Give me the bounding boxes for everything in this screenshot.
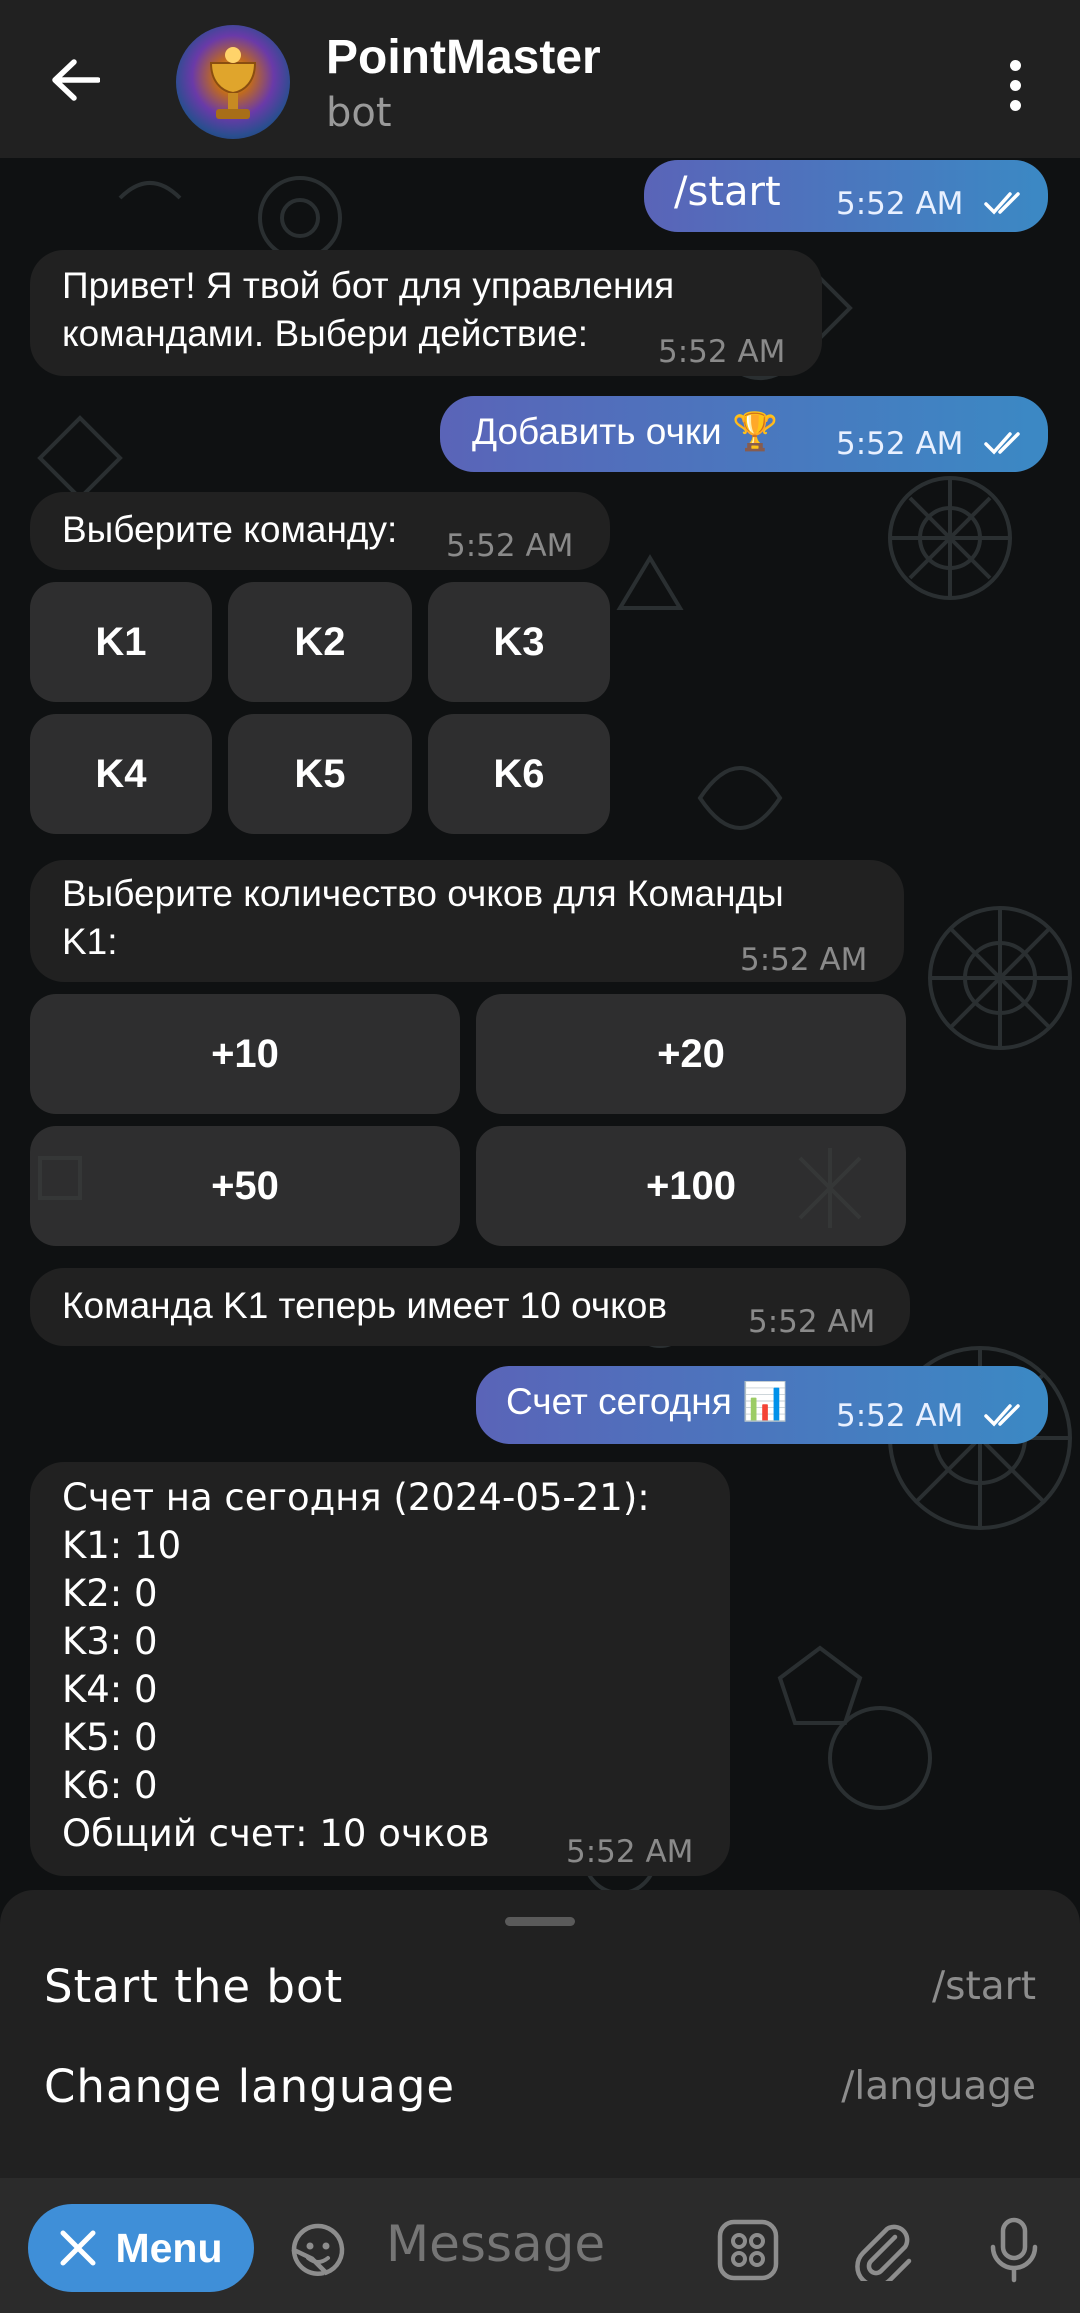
close-icon xyxy=(60,2230,96,2266)
message-text: Счет сегодня 📊 xyxy=(506,1381,789,1422)
message-input[interactable] xyxy=(384,2214,688,2274)
double-check-icon xyxy=(984,192,1020,215)
message-time: 5:52 AM xyxy=(740,942,868,978)
score-line: K2: 0 xyxy=(62,1572,158,1615)
sticker-button[interactable] xyxy=(282,2214,354,2286)
command-item[interactable]: Start the bot /start xyxy=(0,1942,1080,2032)
incoming-message[interactable]: Выберите команду: 5:52 AM xyxy=(30,492,610,570)
more-vertical-icon xyxy=(1009,59,1021,71)
message-time: 5:52 AM xyxy=(446,528,574,564)
score-line: K1: 10 xyxy=(62,1524,182,1567)
score-line: K4: 0 xyxy=(62,1668,158,1711)
message-time: 5:52 AM xyxy=(836,1398,964,1434)
chat-header: PointMaster bot xyxy=(0,0,1080,158)
drag-handle[interactable] xyxy=(505,1917,575,1926)
bot-avatar[interactable] xyxy=(176,25,290,139)
inline-button-team[interactable]: K2 xyxy=(228,582,412,702)
score-line: Общий счет: 10 очков xyxy=(62,1812,490,1855)
menu-button[interactable]: Menu xyxy=(28,2204,254,2292)
inline-button-team[interactable]: K1 xyxy=(30,582,212,702)
microphone-icon xyxy=(990,2217,1038,2283)
score-line: Счет на сегодня (2024-05-21): xyxy=(62,1476,650,1519)
outgoing-message[interactable]: /start 5:52 AM xyxy=(644,160,1048,232)
message-time: 5:52 AM xyxy=(658,334,786,370)
inline-button-team[interactable]: K4 xyxy=(30,714,212,834)
message-input-bar: Menu xyxy=(0,2178,1080,2313)
bot-commands-panel: Start the bot /start Change language /la… xyxy=(0,1890,1080,2178)
inline-button-points[interactable]: +50 xyxy=(30,1126,460,1246)
incoming-message[interactable]: Счет на сегодня (2024-05-21): K1: 10 K2:… xyxy=(30,1462,730,1876)
score-line: K3: 0 xyxy=(62,1620,158,1663)
outgoing-message[interactable]: Добавить очки 🏆 5:52 AM xyxy=(440,396,1048,472)
inline-button-points[interactable]: +10 xyxy=(30,994,460,1114)
command-description: Start the bot xyxy=(44,1960,344,2013)
arrow-left-icon xyxy=(52,59,100,101)
bot-keyboard-button[interactable] xyxy=(712,2214,784,2286)
double-check-icon xyxy=(984,432,1020,455)
score-line: K5: 0 xyxy=(62,1716,158,1759)
double-check-icon xyxy=(984,1404,1020,1427)
message-text-line: K1: xyxy=(62,921,118,962)
back-button[interactable] xyxy=(40,45,110,115)
message-text-line: Выберите количество очков для Команды xyxy=(62,873,784,914)
message-text: Добавить очки 🏆 xyxy=(472,411,779,452)
command-name: /start xyxy=(932,1964,1036,2009)
incoming-message[interactable]: Команда K1 теперь имеет 10 очков 5:52 AM xyxy=(30,1268,910,1346)
score-line: K6: 0 xyxy=(62,1764,158,1807)
message-text: /start xyxy=(674,169,781,215)
bot-keyboard-icon xyxy=(717,2219,779,2281)
message-time: 5:52 AM xyxy=(748,1304,876,1340)
chat-title: PointMaster xyxy=(326,31,601,84)
inline-button-points[interactable]: +20 xyxy=(476,994,906,1114)
inline-button-points[interactable]: +100 xyxy=(476,1126,906,1246)
inline-button-team[interactable]: K6 xyxy=(428,714,610,834)
menu-button-label: Menu xyxy=(115,2224,223,2271)
more-options-button[interactable] xyxy=(990,50,1040,120)
command-item[interactable]: Change language /language xyxy=(0,2042,1080,2132)
sticker-icon xyxy=(291,2223,345,2276)
message-text-line: командами. Выбери действие: xyxy=(62,313,589,354)
message-time: 5:52 AM xyxy=(566,1834,694,1870)
message-text: Выберите команду: xyxy=(62,509,398,550)
attach-button[interactable] xyxy=(846,2214,918,2286)
message-time: 5:52 AM xyxy=(836,186,964,222)
message-text: Команда K1 теперь имеет 10 очков xyxy=(62,1285,667,1326)
attach-icon xyxy=(855,2224,912,2281)
message-text-line: Привет! Я твой бот для управления xyxy=(62,265,675,306)
outgoing-message[interactable]: Счет сегодня 📊 5:52 AM xyxy=(476,1366,1048,1444)
inline-button-team[interactable]: K5 xyxy=(228,714,412,834)
incoming-message[interactable]: Выберите количество очков для Команды K1… xyxy=(30,860,904,982)
voice-button[interactable] xyxy=(978,2214,1050,2286)
incoming-message[interactable]: Привет! Я твой бот для управления команд… xyxy=(30,250,822,376)
command-name: /language xyxy=(841,2064,1036,2109)
message-time: 5:52 AM xyxy=(836,426,964,462)
command-description: Change language xyxy=(44,2060,456,2113)
inline-button-team[interactable]: K3 xyxy=(428,582,610,702)
chat-subtitle: bot xyxy=(326,90,392,136)
